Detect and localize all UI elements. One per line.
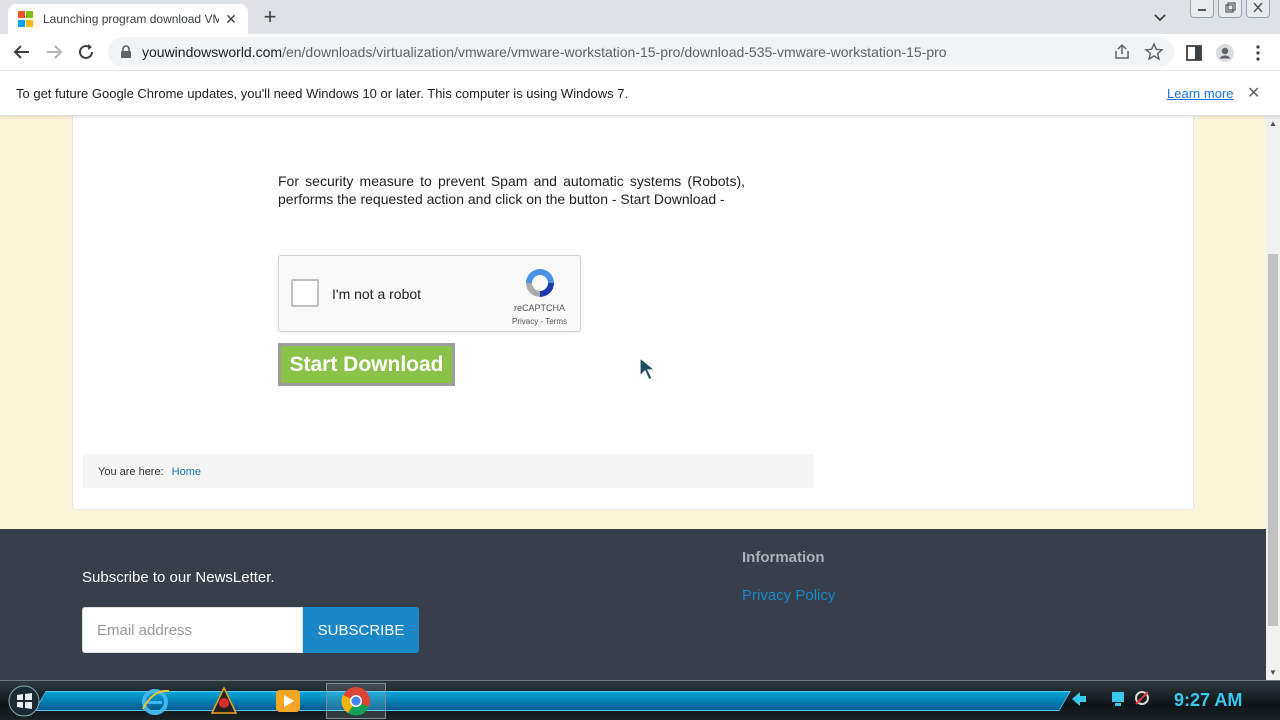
page-viewport: For security measure to prevent Spam and… (0, 116, 1266, 680)
newsletter-title: Subscribe to our NewsLetter. (82, 569, 275, 586)
subscribe-button[interactable]: SUBSCRIBE (303, 607, 419, 653)
chevron-down-icon[interactable] (1150, 8, 1170, 28)
windows-taskbar: 9:27 AM (0, 680, 1280, 720)
tab-active[interactable]: Launching program download VMware Workst… (8, 4, 248, 34)
tray-arrow-icon[interactable] (1072, 692, 1086, 706)
taskbar-clock[interactable]: 9:27 AM (1174, 690, 1242, 711)
lock-icon[interactable] (120, 45, 132, 59)
reload-icon[interactable] (74, 40, 98, 64)
tab-strip: Launching program download VMware Workst… (0, 0, 1280, 34)
breadcrumb: You are here: Home (83, 454, 814, 488)
recaptcha-logo-icon (526, 269, 554, 297)
recaptcha-privacy-link[interactable]: Privacy (512, 317, 538, 326)
scrollbar-thumb[interactable] (1268, 254, 1278, 626)
media-player-icon[interactable] (272, 685, 304, 717)
security-notice: For security measure to prevent Spam and… (278, 173, 745, 207)
browser-toolbar: youwindowsworld.com/en/downloads/virtual… (0, 34, 1280, 71)
start-button-icon[interactable] (8, 685, 40, 717)
close-icon[interactable]: ✕ (1247, 83, 1260, 103)
start-download-button[interactable]: Start Download (278, 343, 455, 386)
recaptcha-checkbox[interactable] (291, 279, 319, 307)
window-controls (1190, 0, 1270, 18)
internet-explorer-icon[interactable] (139, 685, 171, 717)
mouse-cursor-icon (639, 356, 657, 381)
taskbar-band (34, 691, 1071, 711)
content-card: For security measure to prevent Spam and… (72, 116, 1194, 510)
star-icon[interactable] (1144, 42, 1164, 62)
email-input[interactable] (82, 607, 303, 653)
page-scrollbar[interactable]: ▲ ▼ (1266, 116, 1280, 680)
new-tab-button[interactable]: + (258, 6, 282, 30)
minimize-button[interactable] (1190, 0, 1214, 18)
site-footer: Subscribe to our NewsLetter. SUBSCRIBE I… (0, 529, 1266, 680)
infobar-message: To get future Google Chrome updates, you… (16, 86, 629, 101)
close-icon[interactable]: ✕ (222, 10, 240, 28)
share-icon[interactable] (1112, 42, 1132, 62)
tab-title: Launching program download VMware Workst… (43, 12, 219, 26)
app-icon[interactable] (208, 685, 240, 717)
url-text: youwindowsworld.com/en/downloads/virtual… (142, 44, 947, 60)
side-panel-icon[interactable] (1184, 43, 1204, 63)
chrome-icon[interactable] (340, 685, 372, 717)
close-window-button[interactable] (1246, 0, 1270, 18)
breadcrumb-home-link[interactable]: Home (172, 466, 201, 478)
recaptcha-terms-link[interactable]: Terms (545, 317, 567, 326)
address-bar[interactable]: youwindowsworld.com/en/downloads/virtual… (108, 37, 1174, 67)
recaptcha-widget: I'm not a robot reCAPTCHA Privacy - Term… (278, 255, 581, 332)
update-infobar: To get future Google Chrome updates, you… (0, 71, 1280, 116)
scroll-down-icon[interactable]: ▼ (1269, 668, 1277, 677)
restore-button[interactable] (1218, 0, 1242, 18)
kebab-menu-icon[interactable] (1248, 43, 1268, 63)
network-icon[interactable] (1112, 692, 1124, 702)
breadcrumb-prefix: You are here: (98, 466, 164, 478)
url-path: /en/downloads/virtualization/vmware/vmwa… (282, 44, 947, 60)
windows-logo-icon (18, 11, 34, 27)
recaptcha-brand: reCAPTCHA (514, 303, 566, 313)
scroll-up-icon[interactable]: ▲ (1269, 119, 1277, 128)
recaptcha-links: Privacy - Terms (512, 317, 567, 326)
system-tray (1070, 687, 1160, 716)
information-heading: Information (742, 549, 825, 566)
arrow-right-icon[interactable] (42, 40, 66, 64)
profile-icon[interactable] (1215, 43, 1235, 63)
learn-more-link[interactable]: Learn more (1167, 86, 1233, 101)
privacy-policy-link[interactable]: Privacy Policy (742, 587, 835, 604)
recaptcha-label: I'm not a robot (332, 286, 422, 302)
url-host: youwindowsworld.com (142, 44, 283, 60)
arrow-left-icon[interactable] (10, 40, 34, 64)
